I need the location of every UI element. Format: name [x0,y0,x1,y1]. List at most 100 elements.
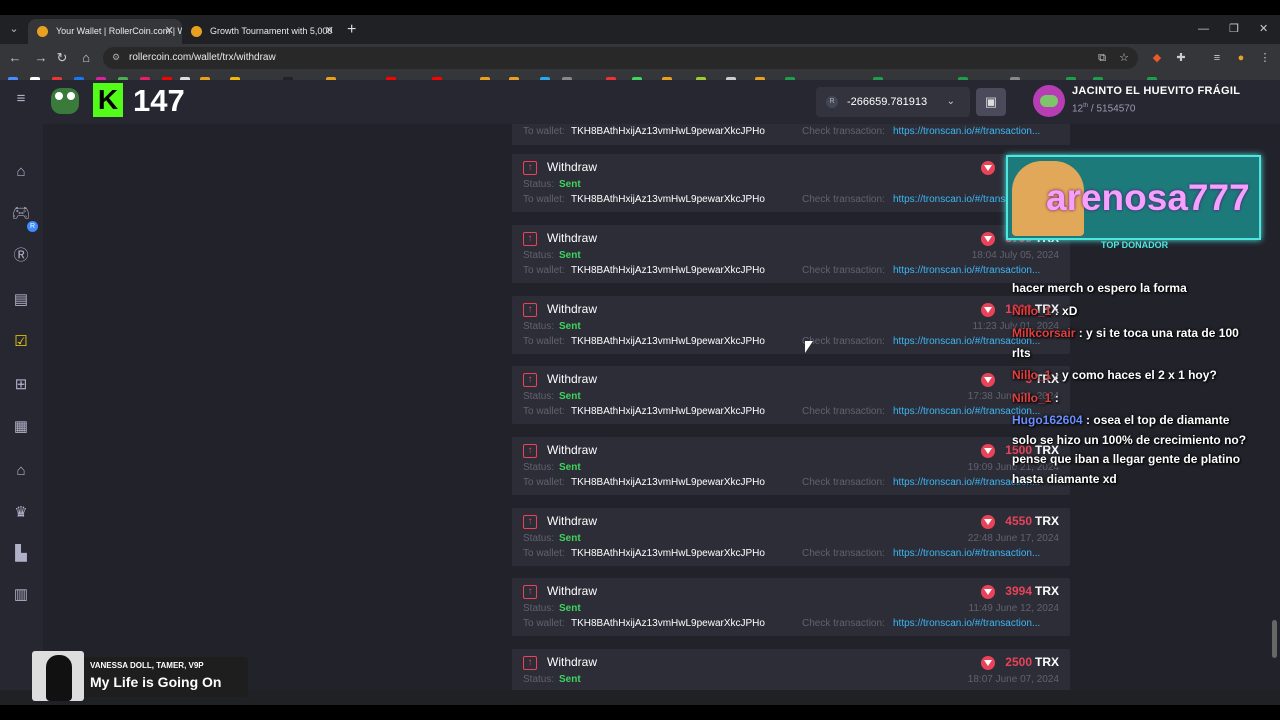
wallet-address: TKH8BAthHxijAz13vmHwL9pewarXkcJPHo [571,477,765,488]
user-rank: 12th / 5154570 [1072,103,1135,114]
status-label: Status: [523,250,555,261]
back-icon[interactable]: ← [6,49,24,67]
extensions-puzzle-icon[interactable]: ✚ [1172,49,1190,67]
maximize-icon[interactable]: ❐ [1229,19,1239,39]
to-wallet-label: To wallet: [523,477,565,488]
withdraw-title: Withdraw [547,160,598,174]
withdraw-arrow-icon: ↑ [523,656,537,670]
media-control-icon[interactable]: ≡ [1208,49,1226,67]
withdraw-arrow-icon: ↑ [523,515,537,529]
reload-icon[interactable]: ↻ [53,49,71,67]
withdraw-amount: 3994 [1005,584,1032,598]
app-header: K 147 R -266659.781913 ⌄ ▣ JACINTO EL HU… [43,80,1280,124]
username[interactable]: JACINTO EL HUEVITO FRÁGIL [1072,85,1240,97]
withdraw-amount: 2500 [1005,655,1032,669]
to-wallet-label: To wallet: [523,126,565,137]
close-tab-icon[interactable]: ✕ [165,19,174,44]
tab-list-button[interactable]: ⌄ [6,21,22,37]
album-art [32,651,84,701]
transaction-link[interactable]: https://tronscan.io/#/transaction... [893,126,1059,137]
tron-icon [981,444,995,458]
browser-toolbar: ← → ↻ ⌂ ⚙ rollercoin.com/wallet/trx/with… [0,44,1280,72]
tasks-icon[interactable]: ☑ [10,331,32,353]
new-tab-button[interactable]: + [347,19,356,41]
withdraw-amount: 4550 [1005,514,1032,528]
withdraw-arrow-icon: ↑ [523,585,537,599]
close-window-icon[interactable]: ✕ [1259,19,1268,39]
wallet-address: TKH8BAthHxijAz13vmHwL9pewarXkcJPHo [571,406,765,417]
withdraw-arrow-icon: ↑ [523,373,537,387]
extension-fox-icon[interactable]: ◆ [1148,49,1166,67]
site-info-icon[interactable]: ⚙ [112,52,123,63]
status-label: Status: [523,391,555,402]
withdraw-arrow-icon: ↑ [523,161,537,175]
now-playing-artist: VANESSA DOLL, TAMER, V9P [90,661,204,670]
chevron-down-icon: ⌄ [946,96,955,107]
rollercoin-favicon-icon [37,26,48,37]
address-bar[interactable]: ⚙ rollercoin.com/wallet/trx/withdraw [103,47,1138,69]
kick-viewer-count: 147 [133,83,185,118]
withdraw-arrow-icon: ↑ [523,303,537,317]
tab-tournament[interactable]: Growth Tournament with 5,000 ✕ [182,19,342,44]
tab-wallet[interactable]: Your Wallet | RollerCoin.com | W ✕ [28,19,182,44]
chat-username: Hugo162604 [1012,413,1083,427]
avatar[interactable] [1033,85,1065,117]
wallet-button[interactable]: ▣ [976,88,1006,116]
wallet-address: TKH8BAthHxijAz13vmHwL9pewarXkcJPHo [571,265,765,276]
check-transaction-label: Check transaction: [802,194,885,205]
chat-message: Hugo162604 : osea el top de diamante sol… [1012,411,1252,489]
stream-chat: hacer merch o espero la forma Nillo_1 : x… [1012,279,1252,492]
bookmark-star-icon[interactable]: ☆ [1115,49,1133,67]
rollercoin-icon[interactable]: Ⓡ [10,245,32,267]
chat-message: Nillo_1 : [1012,389,1252,409]
withdraw-card: ↑ Withdraw Status: Sent To wallet: TKH8BAthHx… [512,296,1070,354]
shop-icon[interactable]: ⌂ [10,460,32,482]
withdraw-date: 18:07 June 07, 2024 [967,674,1059,685]
withdraw-arrow-icon: ↑ [523,232,537,246]
check-transaction-label: Check transaction: [802,336,885,347]
tab-title: Growth Tournament with 5,000 [210,26,333,36]
transaction-link[interactable]: https://tronscan.io/#/transaction... [893,548,1059,559]
chat-text: : y como haces el 2 x 1 hoy? [1054,368,1217,382]
leaderboard-icon[interactable]: ▙ [10,543,32,565]
tron-icon [981,373,995,387]
transaction-link[interactable]: https://tronscan.io/#/transaction... [893,618,1059,629]
transaction-link[interactable]: https://tronscan.io/#/transaction... [893,265,1059,276]
install-app-icon[interactable]: ⧉ [1093,49,1111,67]
withdraw-date: 11:49 June 12, 2024 [968,603,1059,614]
sidebar: ≡ ⌂ 🎮︎ Ⓡ R ▤ ☑ ⊞ ▦ ⌂ ♛ ▙ ▥ [0,80,43,690]
url-text[interactable]: rollercoin.com/wallet/trx/withdraw [129,47,276,69]
tab-bar: ⌄ Your Wallet | RollerCoin.com | W ✕ Gro… [0,15,1280,44]
wallet-address: TKH8BAthHxijAz13vmHwL9pewarXkcJPHo [571,126,765,137]
tron-icon [981,656,995,670]
profile-icon[interactable]: ● [1232,49,1250,67]
home-browser-icon[interactable]: ⌂ [77,49,95,67]
status-value: Sent [559,391,581,402]
page-scrollbar[interactable] [1272,620,1277,658]
check-transaction-label: Check transaction: [802,126,885,137]
status-value: Sent [559,674,581,685]
trophy-icon[interactable]: ♛ [10,502,32,524]
close-tab-icon[interactable]: ✕ [325,19,334,44]
forward-icon[interactable]: → [32,49,50,67]
cart-icon[interactable]: ⊞ [10,374,32,396]
market-icon[interactable]: ▤ [10,289,32,311]
withdraw-card-partial: To wallet: TKH8BAthHxijAz13vmHwL9pewarXk… [512,124,1070,145]
wallet-address: TKH8BAthHxijAz13vmHwL9pewarXkcJPHo [571,548,765,559]
withdraw-card: ↑ Withdraw Status: Sent To wallet: TKH8BAthHx… [512,437,1070,495]
wallet-address: TKH8BAthHxijAz13vmHwL9pewarXkcJPHo [571,618,765,629]
home-icon[interactable]: ⌂ [10,161,32,183]
minimize-icon[interactable]: — [1198,19,1209,39]
news-icon[interactable]: ▥ [10,584,32,606]
chat-username: Nillo_1 [1012,303,1052,318]
status-value: Sent [559,179,581,190]
withdraw-arrow-icon: ↑ [523,444,537,458]
balance-selector[interactable]: R -266659.781913 ⌄ [816,87,970,117]
withdraw-title: Withdraw [547,514,598,528]
rollercoin-app: K 147 R -266659.781913 ⌄ ▣ JACINTO EL HU… [0,80,1280,690]
chat-text: : [1054,390,1059,405]
status-label: Status: [523,321,555,332]
inventory-icon[interactable]: ▦ [10,416,32,438]
menu-kebab-icon[interactable]: ⋮ [1256,49,1274,67]
menu-hamburger-icon[interactable]: ≡ [10,88,32,110]
